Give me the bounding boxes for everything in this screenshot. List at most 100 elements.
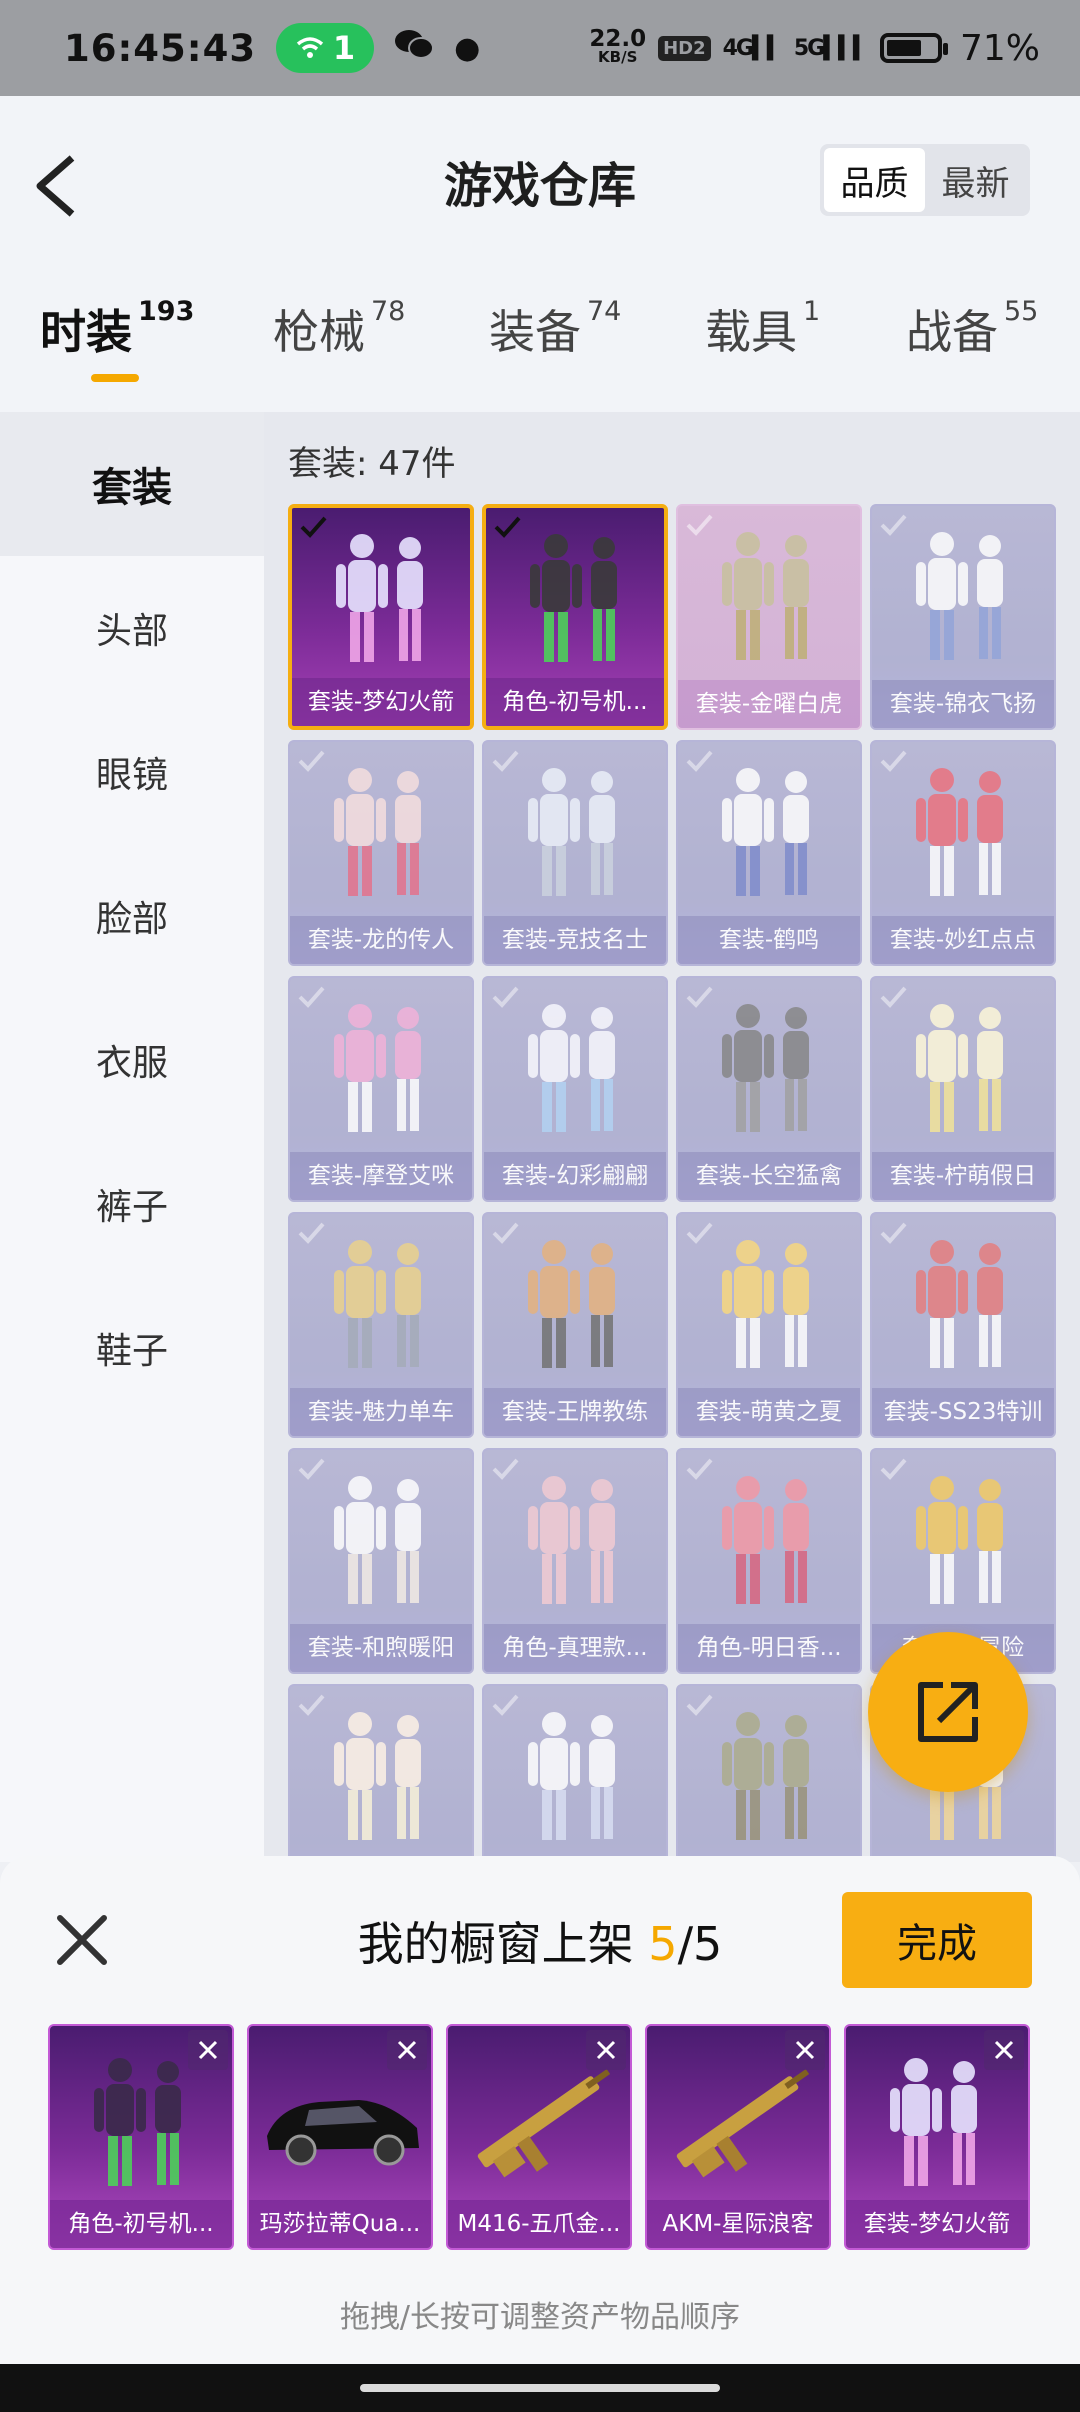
tab-fashion[interactable]: 时装 193 [40, 296, 194, 362]
status-bar: 16:45:43 1 ● 22.0 KB/S HD2 4G▍▍ 5G▍▍▍ 71… [0, 0, 1080, 96]
checkmark-icon [298, 986, 325, 1008]
item-card[interactable]: 套装-SS23特训 [870, 1212, 1056, 1438]
item-card[interactable]: 套装-锦衣飞扬 [870, 504, 1056, 730]
showcase-title-text: 我的橱窗上架 [357, 1917, 649, 1971]
showcase-slot[interactable]: M416-五爪金... [446, 2024, 632, 2250]
status-time: 16:45:43 [64, 26, 257, 70]
item-card[interactable]: 套装-魅力单车 [288, 1212, 474, 1438]
showcase-slot[interactable]: 套装-梦幻火箭 [844, 2024, 1030, 2250]
wifi-count: 1 [332, 29, 356, 67]
sidebar-item-shoes[interactable]: 鞋子 [0, 1276, 264, 1420]
item-card[interactable] [482, 1684, 668, 1862]
outfit-image [872, 750, 1054, 920]
item-card[interactable]: 套装-妙红点点 [870, 740, 1056, 966]
checkmark-icon [492, 1222, 519, 1244]
item-card[interactable]: 套装-竞技名士 [482, 740, 668, 966]
item-label: 角色-明日香... [678, 1624, 860, 1672]
outfit-image [872, 986, 1054, 1156]
slot-label: 玛莎拉蒂Qua... [249, 2200, 431, 2248]
outfit-image [678, 750, 860, 920]
outfit-image [290, 1694, 472, 1862]
checkmark-icon [494, 516, 521, 538]
wifi-badge: 1 [276, 23, 375, 73]
item-card[interactable]: 套装-鹤鸣 [676, 740, 862, 966]
item-card[interactable]: 套装-和煦暖阳 [288, 1448, 474, 1674]
item-label: 套装-王牌教练 [484, 1388, 666, 1436]
checkmark-icon [686, 750, 713, 772]
tab-label: 载具 [705, 305, 797, 359]
remove-slot-button[interactable] [188, 2030, 228, 2070]
share-button[interactable] [868, 1632, 1028, 1792]
item-label: 套装-幻彩翩翩 [484, 1152, 666, 1200]
signal-5g: 5G▍▍▍ [793, 35, 870, 61]
item-card[interactable]: 套装-幻彩翩翩 [482, 976, 668, 1202]
close-icon [198, 2040, 218, 2060]
signal-4g-label: 4G [722, 35, 754, 61]
showcase-slot[interactable]: AKM-星际浪客 [645, 2024, 831, 2250]
item-card[interactable]: 套装-摩登艾咪 [288, 976, 474, 1202]
outfit-image [484, 750, 666, 920]
outfit-image [872, 1458, 1054, 1628]
close-icon [397, 2040, 417, 2060]
sort-option-quality[interactable]: 品质 [824, 148, 925, 212]
remove-slot-button[interactable] [586, 2030, 626, 2070]
tab-label: 战备 [906, 305, 998, 359]
showcase-filled-count: 5 [648, 1917, 678, 1971]
battery-icon [879, 33, 948, 63]
item-card[interactable]: 套装-王牌教练 [482, 1212, 668, 1438]
tab-count: 1 [803, 296, 821, 327]
tab-vehicles[interactable]: 载具 1 [705, 296, 820, 362]
outfit-image [678, 986, 860, 1156]
tab-label: 枪械 [273, 305, 365, 359]
item-label: 套装-龙的传人 [290, 916, 472, 964]
item-card[interactable]: 套装-金曜白虎 [676, 504, 862, 730]
outfit-image [484, 1458, 666, 1628]
item-card[interactable] [676, 1684, 862, 1862]
item-card[interactable]: 套装-长空猛禽 [676, 976, 862, 1202]
slot-label: M416-五爪金... [448, 2200, 630, 2248]
active-tab-indicator [91, 374, 139, 382]
checkmark-icon [880, 1222, 907, 1244]
item-card[interactable]: 角色-明日香... [676, 1448, 862, 1674]
item-card[interactable]: 套装-萌黄之夏 [676, 1212, 862, 1438]
remove-slot-button[interactable] [984, 2030, 1024, 2070]
checkmark-icon [880, 986, 907, 1008]
showcase-slot[interactable]: 角色-初号机... [48, 2024, 234, 2250]
sidebar-item-pants[interactable]: 裤子 [0, 1132, 264, 1276]
sort-option-newest[interactable]: 最新 [925, 148, 1026, 212]
tab-gear[interactable]: 装备 74 [489, 296, 621, 362]
checkmark-icon [492, 750, 519, 772]
checkmark-icon [298, 1222, 325, 1244]
home-indicator[interactable] [360, 2384, 720, 2392]
sidebar-item-head[interactable]: 头部 [0, 556, 264, 700]
signal-5g-label: 5G [793, 35, 825, 61]
slot-label: 角色-初号机... [50, 2200, 232, 2248]
close-icon [994, 2040, 1014, 2060]
item-label: 角色-初号机... [486, 678, 664, 726]
tab-guns[interactable]: 枪械 78 [273, 296, 405, 362]
outfit-image [290, 1458, 472, 1628]
item-label: 套装-摩登艾咪 [290, 1152, 472, 1200]
checkmark-icon [492, 1694, 519, 1716]
checkmark-icon [686, 514, 713, 536]
item-label: 套装-SS23特训 [872, 1388, 1054, 1436]
remove-slot-button[interactable] [785, 2030, 825, 2070]
sidebar-item-glasses[interactable]: 眼镜 [0, 700, 264, 844]
item-card[interactable] [288, 1684, 474, 1862]
net-speed: 22.0 KB/S [589, 28, 646, 67]
signal-4g: 4G▍▍ [722, 35, 784, 61]
tab-supplies[interactable]: 战备 55 [906, 296, 1038, 362]
item-card[interactable]: 套装-龙的传人 [288, 740, 474, 966]
sidebar-item-face[interactable]: 脸部 [0, 844, 264, 988]
share-icon [918, 1682, 978, 1742]
remove-slot-button[interactable] [387, 2030, 427, 2070]
sidebar-item-clothes[interactable]: 衣服 [0, 988, 264, 1132]
item-card[interactable]: 套装-梦幻火箭 [288, 504, 474, 730]
item-card[interactable]: 角色-初号机... [482, 504, 668, 730]
done-button[interactable]: 完成 [842, 1892, 1032, 1988]
item-card[interactable]: 套装-柠萌假日 [870, 976, 1056, 1202]
item-card[interactable]: 角色-真理款... [482, 1448, 668, 1674]
showcase-slot[interactable]: 玛莎拉蒂Qua... [247, 2024, 433, 2250]
slot-label: 套装-梦幻火箭 [846, 2200, 1028, 2248]
sidebar-item-sets[interactable]: 套装 [0, 412, 264, 556]
